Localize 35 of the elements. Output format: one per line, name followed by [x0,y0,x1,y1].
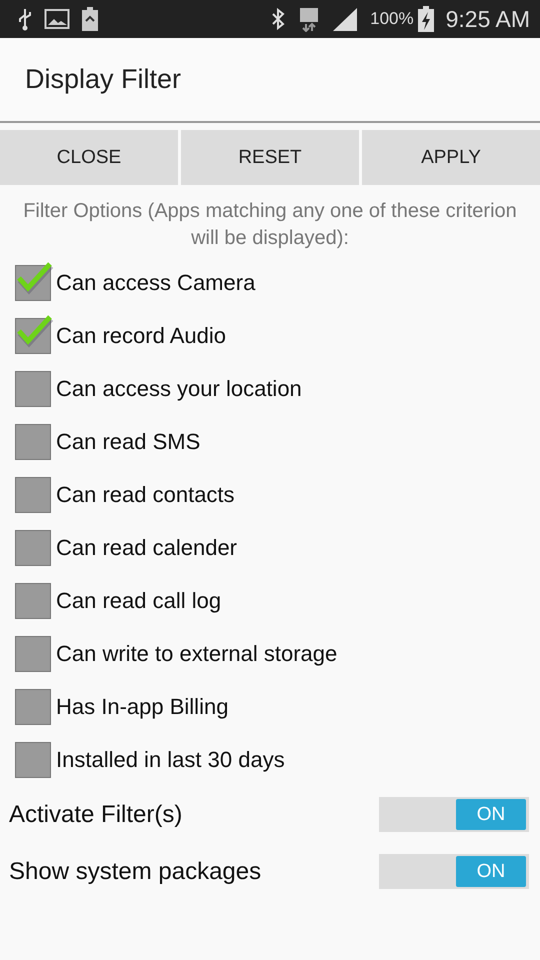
option-label: Can record Audio [56,322,226,348]
action-button[interactable]: CLOSE [0,130,178,185]
checkbox[interactable] [15,476,51,512]
clock: 9:25 AM [446,6,530,32]
checkbox[interactable] [15,582,51,618]
checkbox[interactable] [15,742,51,778]
image-icon [44,8,70,30]
filter-description: Filter Options (Apps matching any one of these criterion will be displayed): [22,199,518,251]
option-label: Installed in last 30 days [56,746,285,772]
option-label: Can write to external storage [56,640,338,666]
switch-label: Activate Filter(s) [9,800,184,828]
signal-icon [332,7,358,31]
option-label: Can read contacts [56,482,235,508]
action-button[interactable]: RESET [181,130,359,185]
checkbox[interactable] [15,688,51,724]
option-label: Can access your location [56,376,302,402]
battery-icon [82,7,98,31]
checkbox[interactable] [15,424,51,460]
checkbox[interactable] [15,530,51,566]
checkbox[interactable] [15,318,51,354]
bluetooth-icon [270,7,286,31]
charging-battery-icon [418,6,434,32]
option-label: Can read call log [56,588,222,614]
battery-percent: 100% [370,9,414,29]
switch-label: Show system packages [9,858,262,886]
option-label: Has In-app Billing [56,694,228,720]
checkbox[interactable] [15,370,51,406]
checkbox[interactable] [15,636,51,672]
usb-icon [18,7,32,31]
option-label: Can read SMS [56,428,200,454]
option-label: Can access Camera [56,270,256,296]
screen-title: Display Filter [25,64,182,95]
action-button[interactable]: APPLY [362,130,540,185]
option-label: Can read calender [56,534,238,560]
checkbox[interactable] [15,264,51,300]
